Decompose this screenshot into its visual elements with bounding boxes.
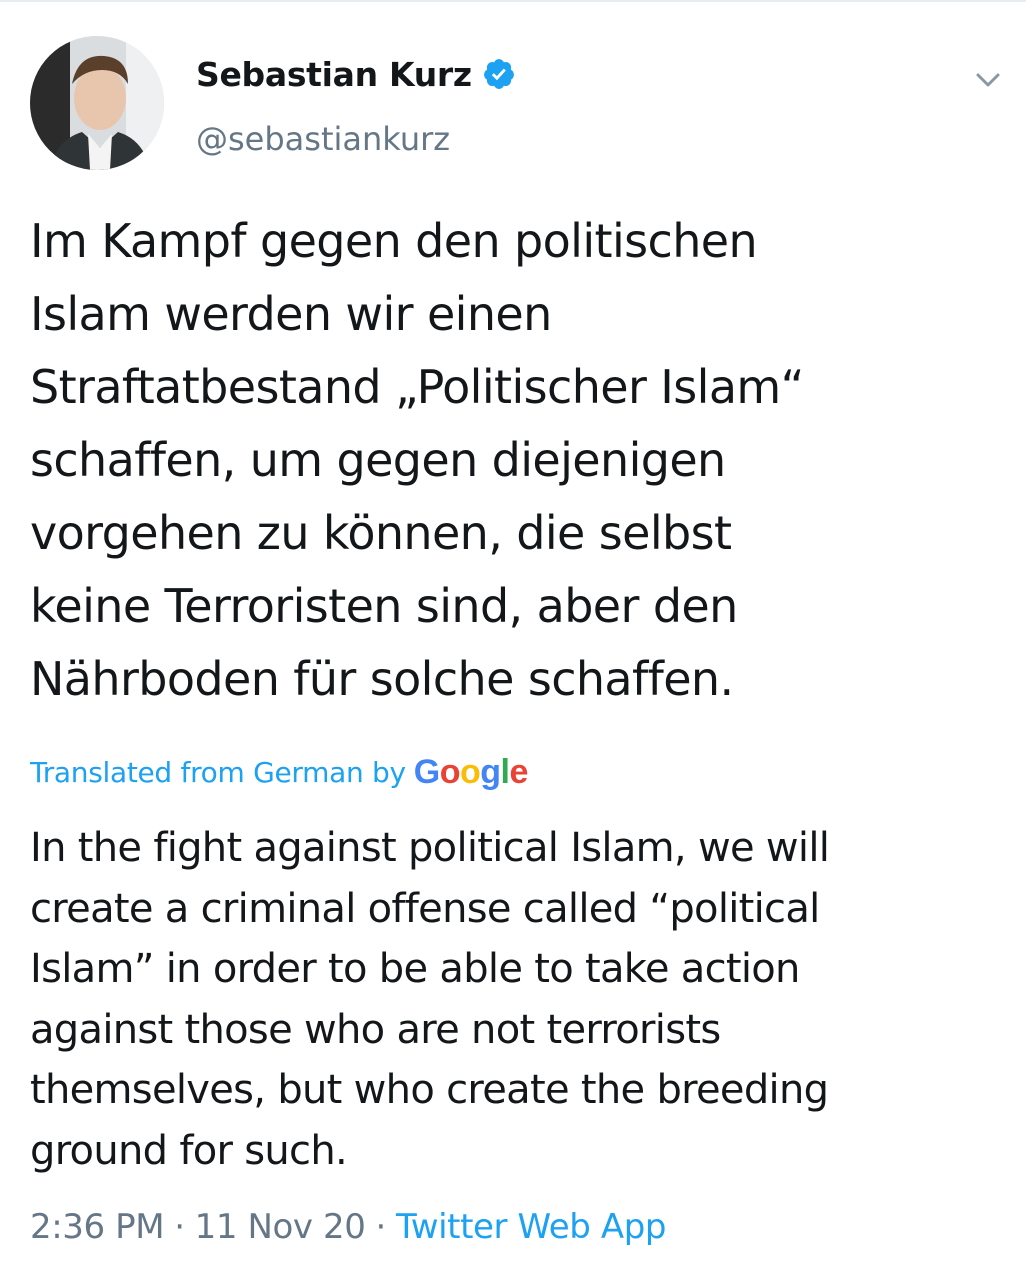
- translated-text-line: against those who are not terrorists: [30, 1006, 721, 1053]
- tweet-date[interactable]: 11 Nov 20: [195, 1207, 366, 1247]
- translated-text-line: ground for such.: [30, 1127, 348, 1174]
- display-name[interactable]: Sebastian Kurz: [196, 55, 472, 94]
- translated-text-line: themselves, but who create the breeding: [30, 1067, 829, 1113]
- tweet-time[interactable]: 2:36 PM: [30, 1207, 165, 1247]
- avatar-photo: [30, 36, 164, 170]
- translation-attribution: Translated from German by Google: [30, 748, 528, 796]
- tweet-text-line: keine Terroristen sind, aber den: [30, 579, 738, 633]
- tweet-text-line: Im Kampf gegen den politischen: [30, 214, 758, 268]
- tweet-text-line: vorgehen zu können, die selbst: [30, 506, 732, 560]
- tweet-text-line: schaffen, um gegen diejenigen: [30, 433, 726, 487]
- tweet-text-translated: In the fight against political Islam, we…: [30, 818, 990, 1181]
- translated-text-line: create a criminal offense called “politi…: [30, 885, 820, 932]
- translated-text-line: Islam” in order to be able to take actio…: [30, 946, 800, 992]
- tweet-text-line: Nährboden für solche schaffen.: [30, 652, 734, 706]
- tweet-meta: 2:36 PM · 11 Nov 20 · Twitter Web App: [30, 1202, 666, 1252]
- tweet-text-line: Islam werden wir einen: [30, 287, 552, 341]
- meta-separator: ·: [174, 1207, 185, 1247]
- meta-separator: ·: [375, 1207, 387, 1247]
- tweet-card: Sebastian Kurz @sebastiankurz Im Kampf g…: [0, 0, 1026, 1280]
- google-logo: Google: [413, 752, 529, 791]
- name-row: Sebastian Kurz: [196, 50, 516, 98]
- tweet-text-line: Straftatbestand „Politischer Islam“: [30, 360, 804, 414]
- tweet-header: Sebastian Kurz @sebastiankurz: [30, 36, 1000, 170]
- chevron-down-icon[interactable]: [970, 62, 1006, 98]
- translated-from-link[interactable]: Translated from German by: [30, 756, 406, 789]
- tweet-text-original: Im Kampf gegen den politischen Islam wer…: [30, 205, 990, 716]
- avatar[interactable]: [30, 36, 164, 170]
- translated-text-line: In the fight against political Islam, we…: [30, 825, 830, 871]
- verified-badge-icon: [482, 57, 516, 91]
- tweet-source-link[interactable]: Twitter Web App: [396, 1207, 667, 1247]
- user-handle[interactable]: @sebastiankurz: [196, 120, 450, 158]
